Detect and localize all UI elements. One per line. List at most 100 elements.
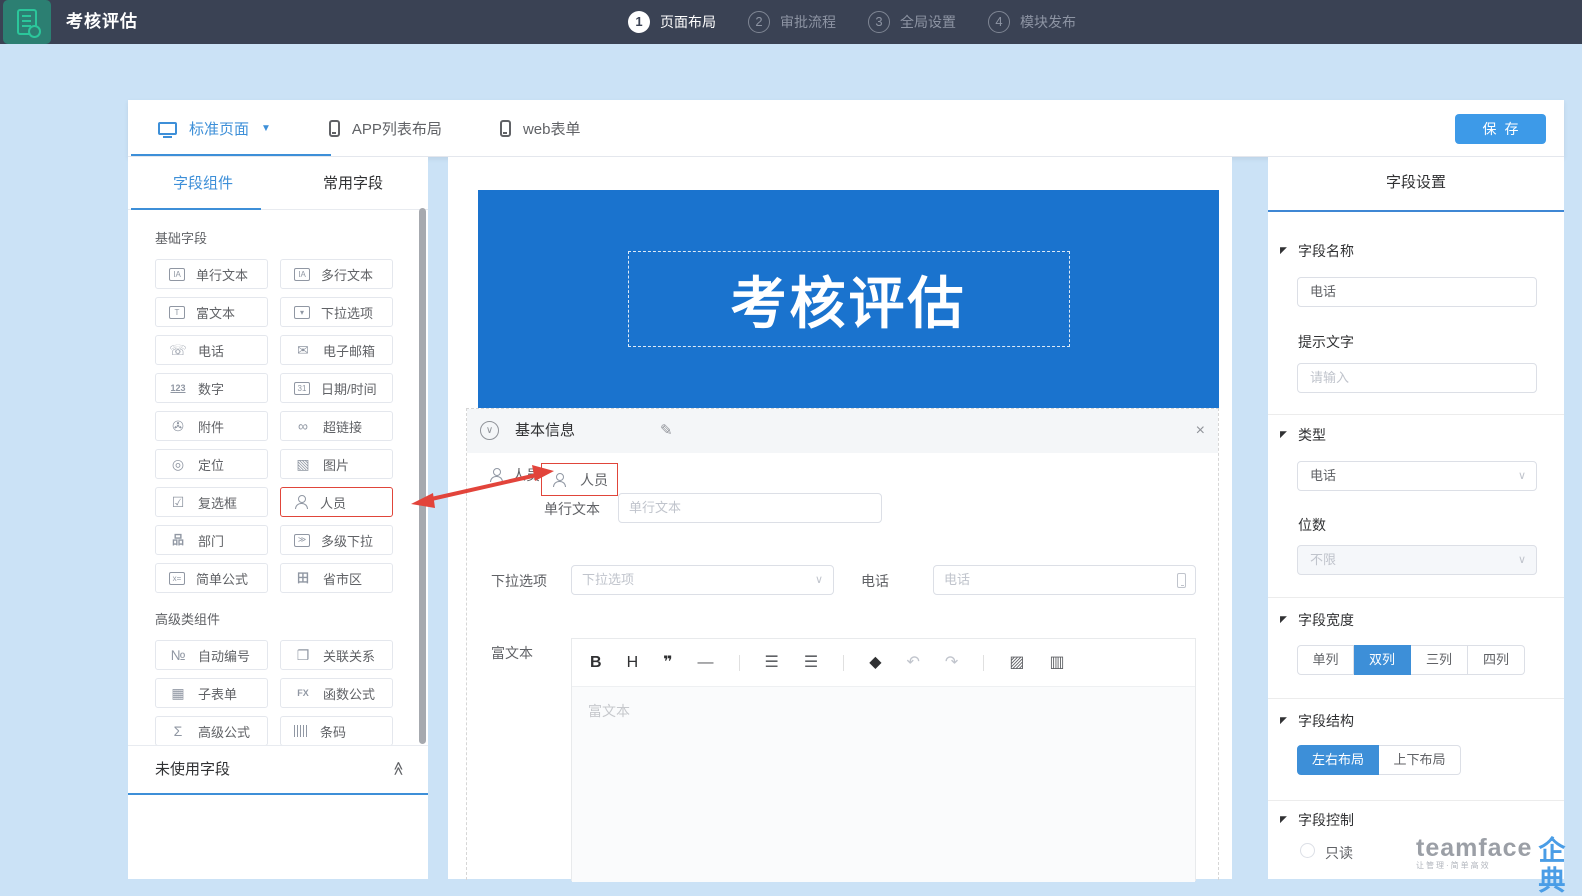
- banner-title-box[interactable]: 考核评估: [627, 251, 1070, 347]
- step-approval-flow[interactable]: 2 审批流程: [748, 11, 836, 33]
- step-module-publish[interactable]: 4 模块发布: [988, 11, 1076, 33]
- step-number: 4: [988, 11, 1010, 33]
- field-item-multi-line-text[interactable]: IA 多行文本: [280, 259, 393, 289]
- single-line-text-input[interactable]: 单行文本: [618, 493, 882, 523]
- width-option-single[interactable]: 单列: [1297, 645, 1354, 675]
- phone-icon: [499, 120, 511, 137]
- field-item-relation[interactable]: ❐ 关联关系: [280, 640, 393, 670]
- width-option-double[interactable]: 双列: [1354, 645, 1411, 675]
- eraser-icon[interactable]: ◆: [869, 654, 881, 671]
- section-triangle-icon[interactable]: ◤: [1280, 245, 1287, 256]
- step-page-layout[interactable]: 1 页面布局: [628, 11, 716, 33]
- single-line-text-label: 单行文本: [544, 501, 600, 517]
- tab-web-form[interactable]: web表单: [499, 118, 580, 139]
- field-item-attachment[interactable]: ✇ 附件: [155, 411, 268, 441]
- relation-icon: ❐: [296, 647, 310, 663]
- digits-label: 位数: [1298, 517, 1326, 533]
- section-triangle-icon[interactable]: ◤: [1280, 429, 1287, 440]
- phone-label: 电话: [861, 573, 889, 589]
- width-option-quad[interactable]: 四列: [1468, 645, 1525, 675]
- tab-standard-page[interactable]: 标准页面 ▼: [158, 118, 271, 139]
- field-item-number[interactable]: 123 数字: [155, 373, 268, 403]
- step-global-settings[interactable]: 3 全局设置: [868, 11, 956, 33]
- type-select[interactable]: 电话 ∨: [1297, 461, 1537, 491]
- region-icon: 田: [296, 571, 309, 585]
- email-icon: ✉: [297, 342, 309, 358]
- insert-video-icon[interactable]: ▥: [1049, 654, 1064, 671]
- field-item-simple-formula[interactable]: x= 简单公式: [155, 563, 268, 593]
- edit-pencil-icon[interactable]: ✎: [660, 409, 673, 453]
- multi-line-text-icon: IA: [294, 267, 310, 281]
- unordered-list-icon[interactable]: ☰: [804, 654, 818, 671]
- tab-field-components[interactable]: 字段组件: [128, 157, 278, 210]
- field-name-input[interactable]: 电话: [1297, 277, 1537, 307]
- structure-option-vertical[interactable]: 上下布局: [1379, 745, 1461, 775]
- section-triangle-icon[interactable]: ◤: [1280, 814, 1287, 825]
- field-item-hyperlink[interactable]: ∞ 超链接: [280, 411, 393, 441]
- canvas-field-person[interactable]: 人员: [489, 465, 540, 485]
- field-width-label: 字段宽度: [1298, 612, 1354, 628]
- section-collapse-icon[interactable]: ∨: [480, 421, 499, 440]
- insert-image-icon[interactable]: ▨: [1009, 654, 1024, 671]
- field-item-single-line-text[interactable]: IA 单行文本: [155, 259, 268, 289]
- app-logo[interactable]: [3, 0, 51, 44]
- left-panel-scrollbar[interactable]: [419, 208, 426, 744]
- phone-input[interactable]: 电话: [933, 565, 1196, 595]
- field-name-label: 字段名称: [1298, 243, 1354, 259]
- field-control-label: 字段控制: [1298, 812, 1354, 828]
- hint-text-label: 提示文字: [1298, 334, 1354, 350]
- rich-text-body[interactable]: 富文本: [572, 687, 1195, 882]
- section-close-icon[interactable]: ×: [1196, 409, 1205, 453]
- field-item-rich-text[interactable]: T 富文本: [155, 297, 268, 327]
- heading-icon[interactable]: H: [627, 654, 639, 671]
- tab-app-list-layout[interactable]: APP列表布局: [328, 118, 442, 139]
- readonly-radio[interactable]: [1300, 843, 1315, 858]
- field-item-multi-level-dropdown[interactable]: ≫ 多级下拉: [280, 525, 393, 555]
- readonly-label: 只读: [1325, 845, 1353, 861]
- rich-text-toolbar: B H ❞ — ☰ ☰ ◆ ↶ ↷ ▨ ▥: [572, 639, 1195, 687]
- wizard-steps: 1 页面布局 2 审批流程 3 全局设置 4 模块发布: [628, 0, 1076, 44]
- field-item-location[interactable]: ◎ 定位: [155, 449, 268, 479]
- section-triangle-icon[interactable]: ◤: [1280, 614, 1287, 625]
- field-item-subform[interactable]: ▦ 子表单: [155, 678, 268, 708]
- drag-ghost-person[interactable]: 人员: [541, 463, 618, 496]
- digits-select[interactable]: 不限 ∨: [1297, 545, 1537, 575]
- field-item-phone[interactable]: ☏ 电话: [155, 335, 268, 365]
- collapse-double-chevron-icon[interactable]: ≪: [390, 761, 407, 776]
- save-button[interactable]: 保存: [1455, 114, 1546, 144]
- field-list: 基础字段 IA 单行文本 IA 多行文本 T 富文本 ▾ 下拉选项 ☏ 电话 ✉ 电子邮箱 …: [128, 210, 428, 762]
- undo-icon[interactable]: ↶: [907, 654, 920, 671]
- group-title-basic: 基础字段: [155, 231, 208, 246]
- structure-option-horizontal[interactable]: 左右布局: [1297, 745, 1379, 775]
- field-item-email[interactable]: ✉ 电子邮箱: [280, 335, 393, 365]
- fx-formula-icon: FX: [297, 687, 309, 698]
- field-item-barcode[interactable]: 条码: [280, 716, 393, 746]
- redo-icon[interactable]: ↷: [945, 654, 958, 671]
- page-title: 考核评估: [66, 12, 138, 31]
- bold-icon[interactable]: B: [590, 654, 602, 671]
- field-item-date-time[interactable]: 31 日期/时间: [280, 373, 393, 403]
- blockquote-icon[interactable]: ❞: [663, 654, 672, 671]
- field-item-department[interactable]: 品部门: [155, 525, 268, 555]
- toolbar-divider: [738, 654, 740, 671]
- ordered-list-icon[interactable]: ☰: [765, 654, 779, 671]
- field-item-function-formula[interactable]: FX 函数公式: [280, 678, 393, 708]
- location-icon: ◎: [171, 456, 185, 472]
- view-tabbar: 标准页面 ▼ APP列表布局 web表单 保存: [128, 100, 1564, 157]
- hint-text-input[interactable]: 请输入: [1297, 363, 1537, 393]
- field-item-image[interactable]: ▧ 图片: [280, 449, 393, 479]
- width-option-triple[interactable]: 三列: [1411, 645, 1468, 675]
- field-item-checkbox[interactable]: ☑ 复选框: [155, 487, 268, 517]
- field-item-region[interactable]: 田省市区: [280, 563, 393, 593]
- person-icon: [489, 468, 504, 482]
- field-item-auto-number[interactable]: № 自动编号: [155, 640, 268, 670]
- banner-title: 考核评估: [730, 271, 967, 335]
- dropdown-select[interactable]: 下拉选项 ∨: [571, 565, 834, 595]
- horizontal-rule-icon[interactable]: —: [698, 654, 714, 671]
- tab-common-fields[interactable]: 常用字段: [278, 157, 428, 209]
- field-item-dropdown[interactable]: ▾ 下拉选项: [280, 297, 393, 327]
- number-icon: 123: [170, 382, 186, 393]
- field-item-person[interactable]: 人员: [280, 487, 393, 517]
- field-item-advanced-formula[interactable]: Σ 高级公式: [155, 716, 268, 746]
- section-triangle-icon[interactable]: ◤: [1280, 715, 1287, 726]
